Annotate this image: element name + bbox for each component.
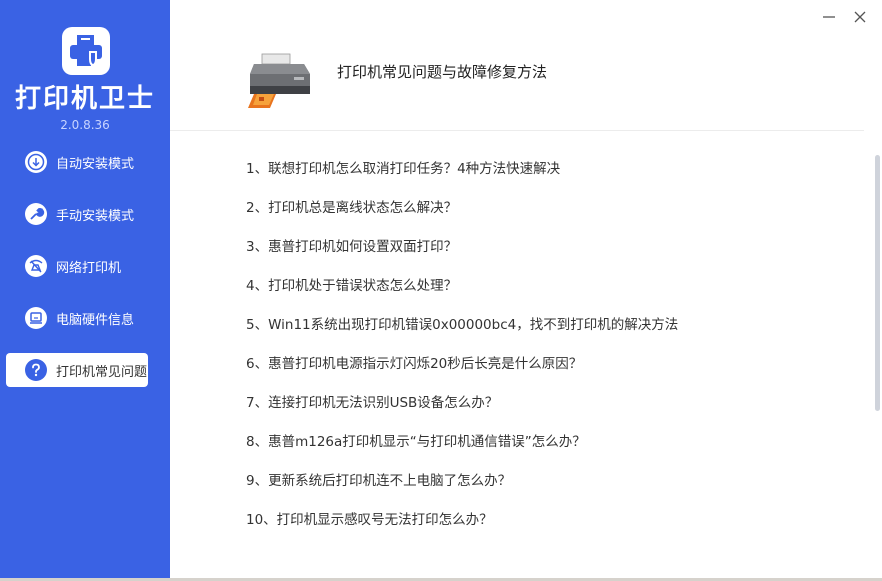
network-printer-icon bbox=[24, 254, 48, 278]
faq-item[interactable]: 9、更新系统后打印机连不上电脑了怎么办？ bbox=[246, 469, 678, 508]
sidebar-item-label: 打印机常见问题 bbox=[56, 364, 148, 380]
faq-item[interactable]: 4、打印机处于错误状态怎么处理？ bbox=[246, 274, 678, 313]
printer-shield-icon bbox=[70, 35, 102, 67]
faq-item[interactable]: 1、联想打印机怎么取消打印任务？4种方法快速解决 bbox=[246, 157, 678, 196]
minimize-icon bbox=[823, 16, 835, 18]
main-panel: 打印机常见问题与故障修复方法 1、联想打印机怎么取消打印任务？4种方法快速解决 … bbox=[170, 0, 882, 581]
wrench-icon bbox=[24, 202, 48, 226]
sidebar-item-label: 电脑硬件信息 bbox=[56, 312, 135, 328]
scrollbar[interactable] bbox=[875, 155, 880, 411]
computer-hardware-icon bbox=[24, 306, 48, 330]
faq-item[interactable]: 6、惠普打印机电源指示灯闪烁20秒后长亮是什么原因？ bbox=[246, 352, 678, 391]
sidebar-item-manual-install[interactable]: 手动安装模式 bbox=[6, 197, 148, 231]
minimize-button[interactable] bbox=[818, 6, 840, 28]
sidebar-item-auto-install[interactable]: 自动安装模式 bbox=[6, 145, 148, 179]
sidebar-item-label: 自动安装模式 bbox=[56, 156, 135, 172]
faq-item[interactable]: 2、打印机总是离线状态怎么解决？ bbox=[246, 196, 678, 235]
faq-item[interactable]: 3、惠普打印机如何设置双面打印？ bbox=[246, 235, 678, 274]
sidebar-item-label: 手动安装模式 bbox=[56, 208, 135, 224]
header-divider bbox=[170, 130, 864, 131]
printer-illustration bbox=[248, 53, 310, 108]
app-logo bbox=[62, 27, 110, 75]
faq-list: 1、联想打印机怎么取消打印任务？4种方法快速解决 2、打印机总是离线状态怎么解决… bbox=[246, 157, 678, 547]
faq-item[interactable]: 8、惠普m126a打印机显示“与打印机通信错误”怎么办？ bbox=[246, 430, 678, 469]
faq-item[interactable]: 7、连接打印机无法识别USB设备怎么办？ bbox=[246, 391, 678, 430]
sidebar-item-printer-faq[interactable]: 打印机常见问题 bbox=[6, 353, 148, 387]
faq-item[interactable]: 10、打印机显示感叹号无法打印怎么办？ bbox=[246, 508, 678, 547]
sidebar-item-label: 网络打印机 bbox=[56, 260, 122, 276]
page-title: 打印机常见问题与故障修复方法 bbox=[337, 63, 548, 81]
app-version: 2.0.8.36 bbox=[60, 118, 110, 132]
sidebar: 打印机卫士 2.0.8.36 自动安装模式 手动安装模式 网络打印机 电脑硬件信… bbox=[0, 0, 170, 581]
app-title: 打印机卫士 bbox=[14, 84, 155, 114]
close-icon bbox=[854, 11, 866, 23]
question-icon bbox=[24, 358, 48, 382]
close-button[interactable] bbox=[849, 6, 871, 28]
download-circle-icon bbox=[24, 150, 48, 174]
sidebar-item-network-printer[interactable]: 网络打印机 bbox=[6, 249, 148, 283]
sidebar-item-hardware-info[interactable]: 电脑硬件信息 bbox=[6, 301, 148, 335]
faq-item[interactable]: 5、Win11系统出现打印机错误0x00000bc4，找不到打印机的解决方法 bbox=[246, 313, 678, 352]
